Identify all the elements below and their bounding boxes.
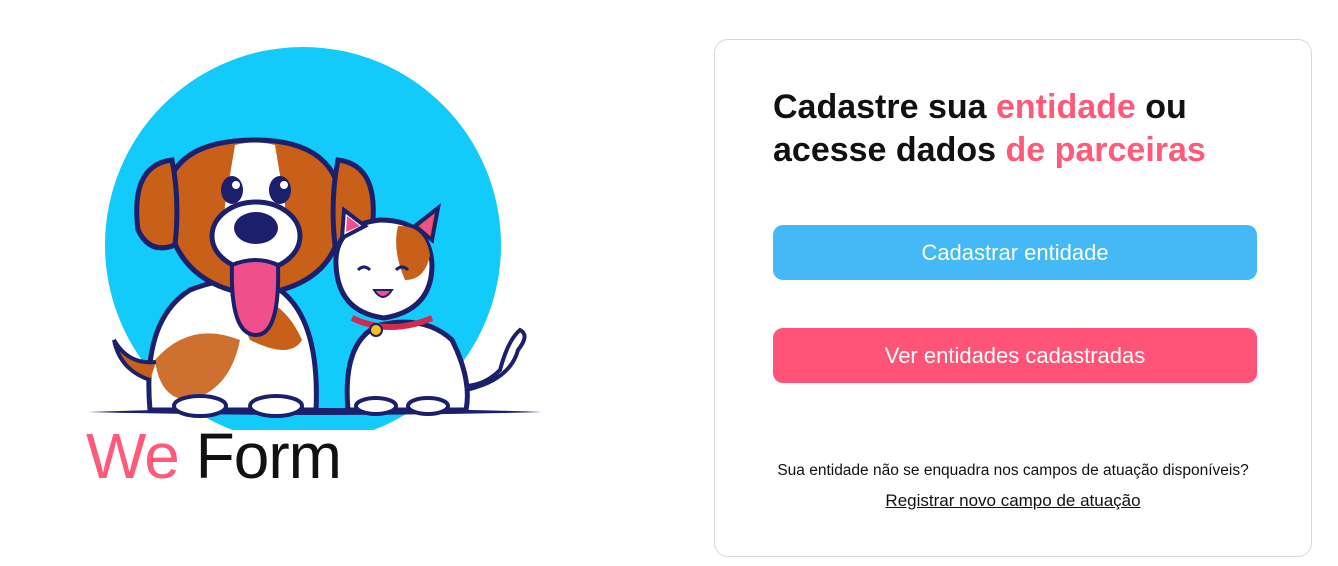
card-headline: Cadastre sua entidade ou acesse dados de… bbox=[773, 86, 1273, 172]
view-entities-button[interactable]: Ver entidades cadastradas bbox=[773, 328, 1257, 383]
brand-we: We bbox=[86, 420, 180, 492]
brand-logo: We Form bbox=[86, 424, 342, 488]
field-not-listed-note: Sua entidade não se enquadra nos campos … bbox=[777, 462, 1249, 479]
dog-and-cat-illustration bbox=[88, 47, 542, 430]
headline-accent-1: entidade bbox=[996, 88, 1136, 126]
brand-panel: We Form bbox=[80, 40, 560, 510]
action-card: Cadastre sua entidade ou acesse dados de… bbox=[714, 39, 1312, 557]
headline-accent-2: de parceiras bbox=[1005, 131, 1206, 169]
headline-text-1: Cadastre sua bbox=[773, 88, 996, 126]
register-entity-button[interactable]: Cadastrar entidade bbox=[773, 225, 1257, 280]
register-field-link-wrap: Registrar novo campo de atuação bbox=[715, 491, 1311, 511]
brand-form: Form bbox=[195, 420, 342, 492]
register-new-field-link[interactable]: Registrar novo campo de atuação bbox=[885, 491, 1140, 510]
